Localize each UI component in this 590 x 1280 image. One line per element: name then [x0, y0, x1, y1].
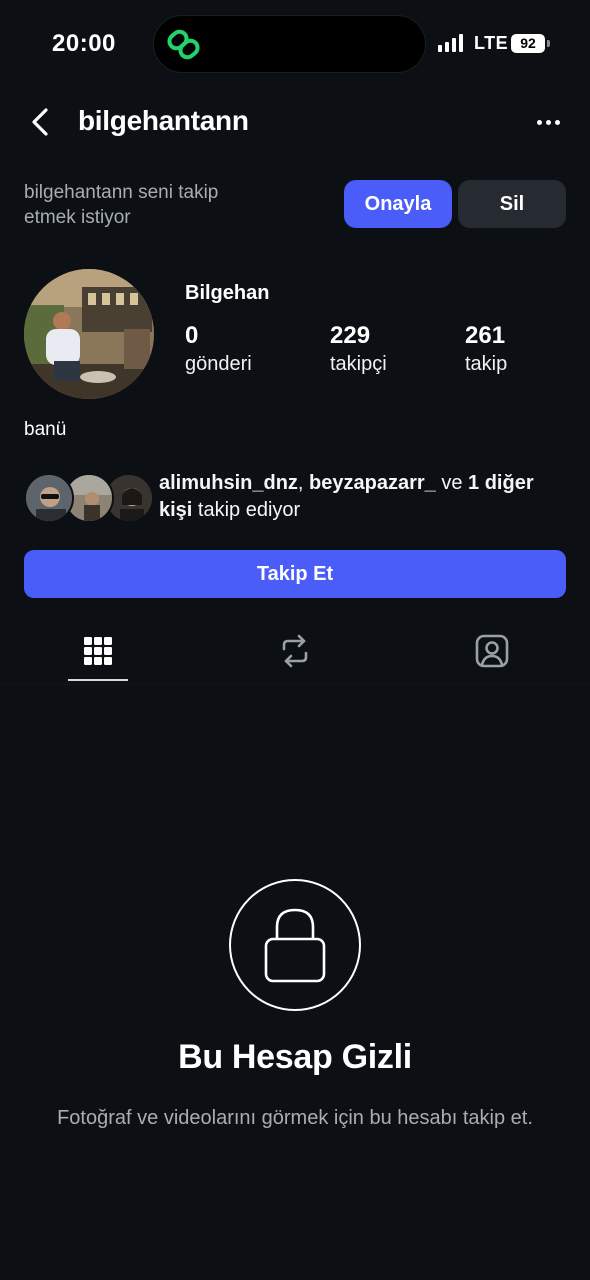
active-tab-indicator	[68, 679, 128, 681]
lock-icon-circle	[229, 879, 361, 1011]
tab-posts-grid[interactable]	[68, 626, 128, 676]
more-dot	[545, 119, 551, 125]
more-dot	[536, 119, 542, 125]
avatar-photo	[24, 269, 154, 399]
stat-label: takip	[465, 353, 508, 375]
stat-value: 0	[185, 322, 199, 349]
mutual-user-2[interactable]: beyzapazarr_	[309, 472, 436, 494]
battery-tip	[547, 40, 550, 47]
battery-icon: 92	[511, 34, 545, 53]
lock-icon	[264, 908, 326, 983]
follow-request-text: bilgehantann seni takip etmek istiyor	[24, 182, 219, 228]
mutual-follower-avatars[interactable]	[24, 473, 154, 523]
stat-following[interactable]: 261 takip	[465, 322, 507, 376]
link-activity-icon	[167, 29, 200, 60]
mutual-suffix: takip ediyor	[197, 499, 301, 521]
stat-followers[interactable]: 229 takipçi	[330, 322, 387, 376]
mutual-avatar	[24, 473, 74, 523]
approve-button[interactable]: Onayla	[344, 180, 452, 228]
tab-reposts[interactable]	[265, 626, 325, 676]
stat-value: 229	[330, 322, 371, 349]
stat-value: 261	[465, 322, 506, 349]
mutual-user-1[interactable]: alimuhsin_dnz	[159, 472, 298, 494]
profile-avatar[interactable]	[24, 269, 154, 399]
stat-label: takipçi	[330, 353, 387, 375]
dynamic-island	[153, 15, 426, 73]
display-name: Bilgehan	[185, 282, 270, 304]
tabs-divider	[0, 684, 590, 685]
more-options-button[interactable]	[526, 108, 570, 136]
delete-request-button[interactable]: Sil	[458, 180, 566, 228]
tab-tagged[interactable]	[462, 626, 522, 676]
profile-page: 20:00 LTE 92 bilgehantann bilgehantann s…	[0, 0, 590, 1280]
grid-icon	[84, 637, 112, 665]
profile-username: bilgehantann	[78, 105, 249, 136]
back-button[interactable]	[24, 102, 64, 142]
tagged-person-icon	[475, 634, 509, 668]
repost-icon	[282, 634, 308, 668]
chevron-left-icon	[32, 108, 48, 136]
profile-bio: banü	[24, 419, 67, 440]
stat-label: gönderi	[185, 353, 252, 375]
separator: ,	[297, 472, 304, 494]
stat-posts: 0 gönderi	[185, 322, 252, 376]
conjunction: ve	[441, 472, 463, 494]
private-account-title: Bu Hesap Gizli	[178, 1038, 412, 1076]
mutual-followers-text[interactable]: alimuhsin_dnz, beyzapazarr_ ve 1 diğer k…	[159, 470, 569, 524]
network-type: LTE	[474, 33, 509, 53]
status-time: 20:00	[52, 30, 116, 57]
signal-icon	[438, 33, 463, 52]
more-dot	[554, 119, 560, 125]
follow-button[interactable]: Takip Et	[24, 550, 566, 598]
private-account-description: Fotoğraf ve videolarını görmek için bu h…	[57, 1107, 533, 1129]
